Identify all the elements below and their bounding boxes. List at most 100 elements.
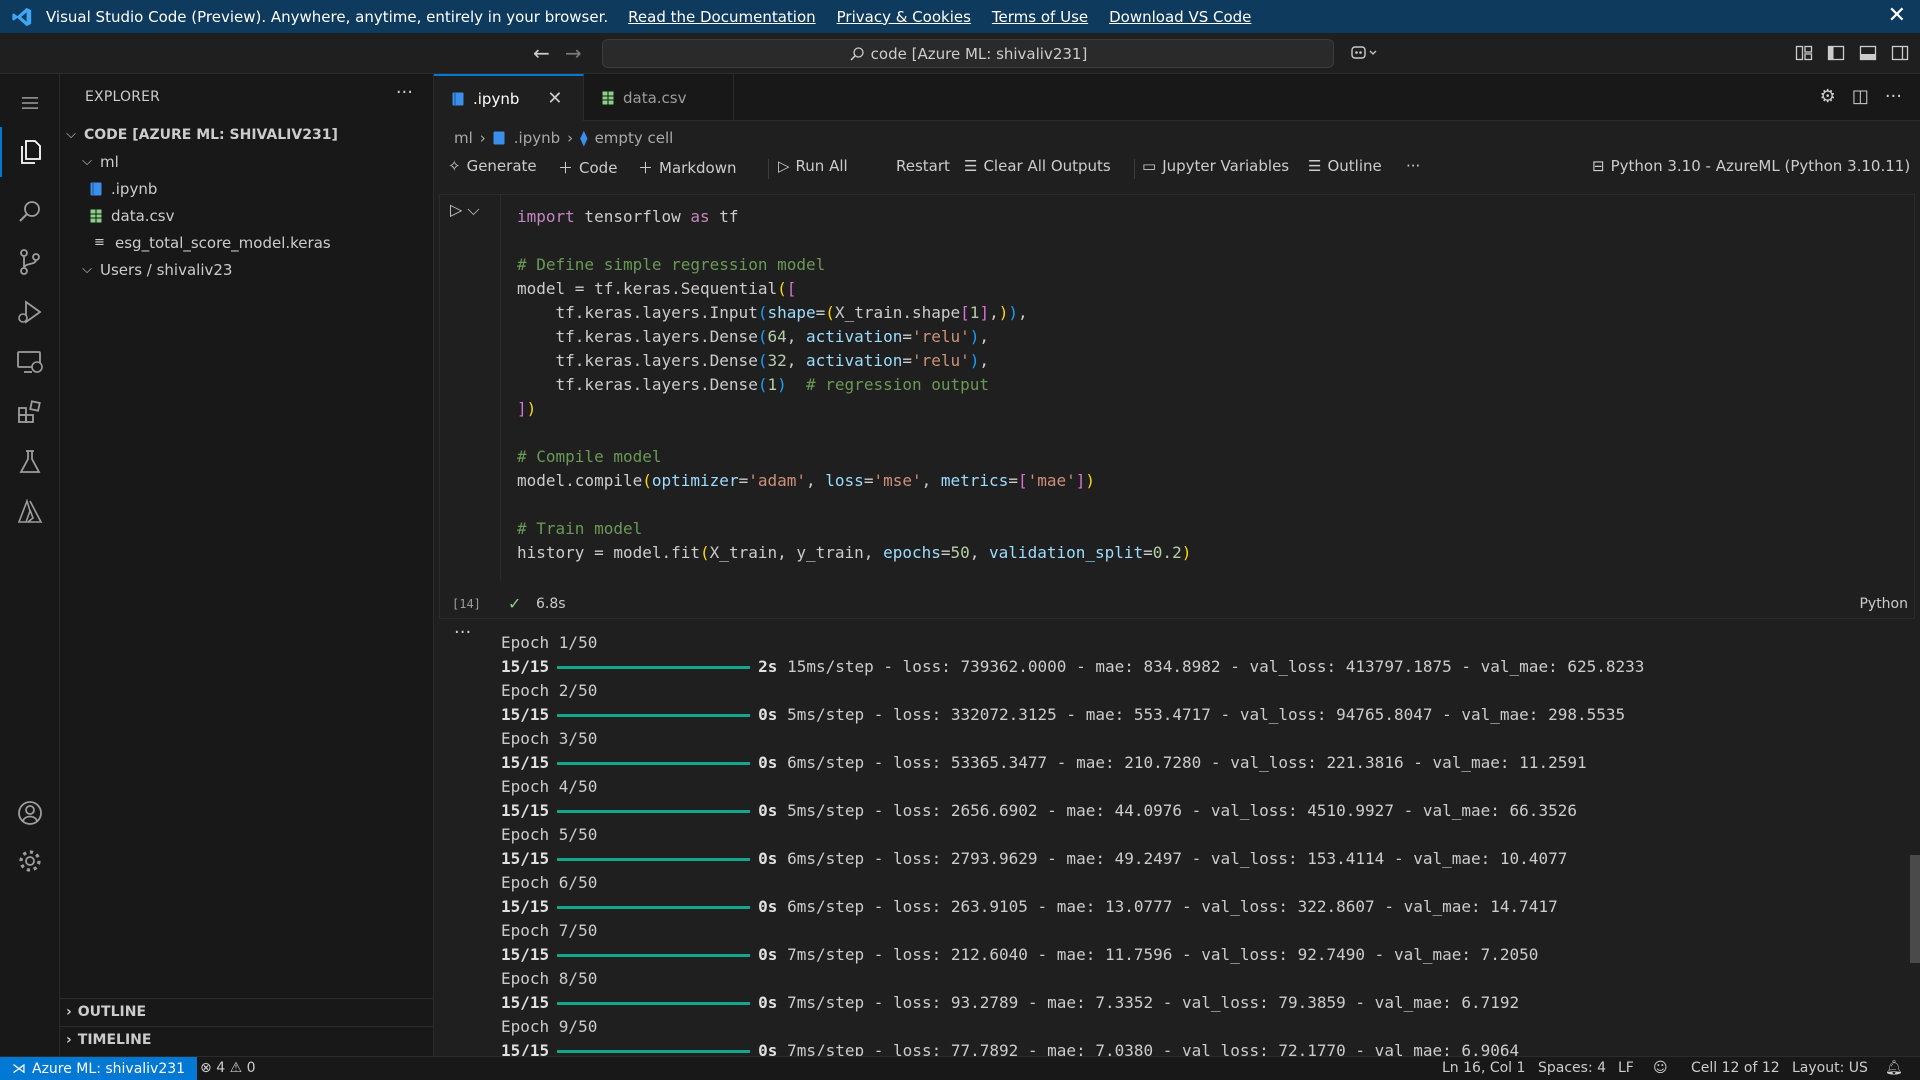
chevron-down-icon: ⌵	[66, 127, 76, 142]
tab-data-csv[interactable]: data.csv	[584, 74, 734, 121]
tree-file-ipynb[interactable]: .ipynb	[60, 175, 434, 202]
activity-testing[interactable]	[0, 437, 60, 487]
code-line: tf.keras.layers.Dense(1) # regression ou…	[517, 375, 990, 394]
link-terms[interactable]: Terms of Use	[992, 8, 1088, 26]
link-privacy[interactable]: Privacy & Cookies	[837, 8, 971, 26]
workspace-root[interactable]: ⌵ CODE [AZURE ML: SHIVALIV231]	[60, 121, 434, 148]
epoch-metrics: 7ms/step - loss: 77.7892 - mae: 7.0380 -…	[787, 1041, 1520, 1056]
code-cell[interactable]: ▷ ⌵ import tensorflow as tf # Define sim…	[439, 194, 1915, 619]
activity-accounts[interactable]	[0, 788, 60, 838]
activity-extensions[interactable]	[0, 387, 60, 437]
tree-item-label: ml	[100, 152, 119, 171]
workspace-root-label: CODE [AZURE ML: SHIVALIV231]	[84, 126, 338, 143]
outline-section[interactable]: › OUTLINE	[60, 998, 434, 1025]
activity-bar	[0, 74, 60, 1056]
outline-button[interactable]: ☰ Outline	[1308, 157, 1382, 175]
activity-explorer[interactable]	[0, 127, 60, 177]
bell-icon[interactable]: 🔔︎	[1885, 1060, 1903, 1076]
restart-button[interactable]: Restart	[896, 157, 950, 175]
search-icon	[850, 46, 864, 61]
sparkle-icon: ✧	[448, 157, 461, 175]
activity-azure[interactable]	[0, 487, 60, 537]
link-download[interactable]: Download VS Code	[1109, 8, 1251, 26]
epoch-header: Epoch 9/50	[501, 1017, 598, 1036]
problems-indicator[interactable]: ⊗ 4 ⚠ 0	[200, 1060, 256, 1076]
toggle-panel-icon[interactable]	[1859, 44, 1877, 62]
cell-language[interactable]: Python	[1859, 596, 1908, 612]
epoch-header: Epoch 2/50	[501, 681, 598, 700]
command-center-search[interactable]: code [Azure ML: shivaliv231]	[602, 39, 1334, 68]
step-count: 15/15	[501, 1041, 550, 1056]
tree-item-label: .ipynb	[111, 179, 158, 198]
remote-indicator[interactable]: ⋊ Azure ML: shivaliv231	[0, 1057, 198, 1080]
customize-layout-icon[interactable]	[1795, 44, 1813, 62]
jupyter-variables-label: Jupyter Variables	[1162, 157, 1290, 175]
add-code-cell-button[interactable]: ＋ Code	[558, 157, 617, 178]
csv-file-icon	[90, 209, 102, 222]
breadcrumb-item[interactable]: empty cell	[595, 129, 674, 147]
jupyter-variables-button[interactable]: ▭ Jupyter Variables	[1142, 157, 1289, 175]
keyboard-layout[interactable]: Layout: US	[1792, 1060, 1868, 1076]
cell-indicator[interactable]: Cell 12 of 12	[1691, 1060, 1780, 1076]
chevron-right-icon: ›	[66, 1004, 72, 1020]
clear-all-outputs-button[interactable]: ☰ Clear All Outputs	[964, 157, 1111, 175]
variables-icon: ▭	[1142, 157, 1157, 175]
code-line: import tensorflow as tf	[517, 207, 739, 226]
code-editor[interactable]: import tensorflow as tf # Define simple …	[500, 195, 1910, 580]
run-all-button[interactable]: ▷ Run All	[778, 157, 848, 175]
markdown-label: Markdown	[659, 158, 737, 177]
settings-gear-icon[interactable]: ⚙	[1820, 86, 1836, 107]
split-editor-icon[interactable]: ◫	[1852, 86, 1869, 107]
cursor-position[interactable]: Ln 16, Col 1	[1442, 1060, 1525, 1076]
epoch-progress-line: 15/15 0s 6ms/step - loss: 2793.9629 - mae…	[501, 847, 1567, 871]
tree-item-label: Users / shivaliv23	[100, 260, 233, 279]
breadcrumb-item[interactable]: ml	[454, 129, 473, 147]
epoch-metrics: 6ms/step - loss: 263.9105 - mae: 13.0777…	[787, 897, 1558, 916]
tree-folder-users[interactable]: ⌵ Users / shivaliv23	[60, 256, 434, 283]
forward-arrow-icon[interactable]: →	[565, 41, 582, 65]
back-arrow-icon[interactable]: ←	[533, 41, 550, 65]
run-cell-icon[interactable]: ▷ ⌵	[450, 200, 480, 220]
more-actions-button[interactable]: ···	[1406, 157, 1420, 175]
activity-source-control[interactable]	[0, 237, 60, 287]
title-bar: ← → code [Azure ML: shivaliv231]	[0, 33, 1920, 74]
more-actions-icon[interactable]: ···	[396, 82, 413, 103]
breadcrumb-item[interactable]: .ipynb	[514, 129, 560, 147]
activity-manage[interactable]	[0, 836, 60, 886]
step-count: 15/15	[501, 753, 550, 772]
link-documentation[interactable]: Read the Documentation	[628, 8, 815, 26]
code-line: tf.keras.layers.Dense(64, activation='re…	[517, 327, 990, 346]
tree-folder-ml[interactable]: ⌵ ml	[60, 148, 434, 175]
activity-remote-explorer[interactable]	[0, 337, 60, 387]
toggle-primary-sidebar-icon[interactable]	[1827, 44, 1845, 62]
tree-file-csv[interactable]: data.csv	[60, 202, 434, 229]
copilot-dropdown-icon[interactable]	[1350, 44, 1378, 62]
timeline-section[interactable]: › TIMELINE	[60, 1026, 434, 1053]
epoch-time: 0s	[758, 945, 778, 964]
epoch-metrics: 15ms/step - loss: 739362.0000 - mae: 834…	[787, 657, 1645, 676]
epoch-progress-line: 15/15 2s 15ms/step - loss: 739362.0000 - …	[501, 655, 1644, 679]
tree-file-keras[interactable]: ≡ esg_total_score_model.keras	[60, 229, 434, 256]
epoch-time: 0s	[758, 801, 778, 820]
scrollbar-thumb[interactable]	[1910, 855, 1920, 963]
kernel-icon: ⊟	[1592, 157, 1605, 175]
add-markdown-cell-button[interactable]: ＋ Markdown	[638, 157, 736, 178]
output-more-icon[interactable]: ···	[454, 622, 471, 643]
kernel-picker[interactable]: ⊟ Python 3.10 - AzureML (Python 3.10.11)	[1592, 157, 1910, 175]
close-icon[interactable]: ✕	[547, 88, 562, 109]
menu-button[interactable]	[0, 78, 60, 128]
more-actions-icon[interactable]: ···	[1885, 86, 1902, 107]
toggle-secondary-sidebar-icon[interactable]	[1891, 44, 1909, 62]
copilot-icon[interactable]: ☺	[1653, 1060, 1668, 1076]
epoch-time: 0s	[758, 705, 778, 724]
activity-search[interactable]	[0, 187, 60, 237]
end-of-line[interactable]: LF	[1618, 1060, 1634, 1076]
indentation[interactable]: Spaces: 4	[1538, 1060, 1606, 1076]
tab-ipynb[interactable]: .ipynb ✕	[434, 74, 584, 121]
epoch-header: Epoch 3/50	[501, 729, 598, 748]
activity-run-debug[interactable]	[0, 287, 60, 337]
banner-close-icon[interactable]: ✕	[1888, 3, 1906, 28]
epoch-metrics: 6ms/step - loss: 53365.3477 - mae: 210.7…	[787, 753, 1587, 772]
generate-button[interactable]: ✧ Generate	[448, 157, 537, 175]
epoch-time: 2s	[758, 657, 778, 676]
